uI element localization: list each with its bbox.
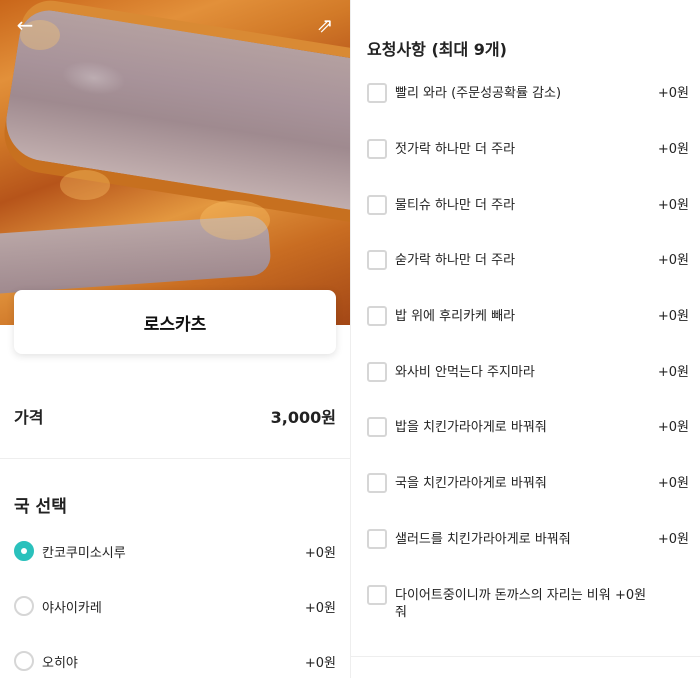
request-option-label: 와사비 안먹는다 주지마라	[395, 365, 535, 380]
request-option-label: 국을 치킨가라아게로 바꿔줘	[395, 476, 547, 491]
checkbox-icon[interactable]	[367, 473, 387, 493]
soup-option-price: +0원	[304, 600, 336, 616]
checkbox-icon[interactable]	[367, 250, 387, 270]
request-option-price: +0원	[657, 142, 689, 157]
request-option-price: +0원	[657, 420, 689, 435]
request-option-price: +0원	[657, 86, 689, 101]
price-label: 가격	[14, 408, 44, 427]
soup-option-kankokumisoshiru[interactable]: 칸코쿠미소시루 +0원	[14, 539, 336, 563]
product-name: 로스카츠	[143, 314, 207, 335]
request-option-label: 빨리 와라 (주문성공확률 감소)	[395, 86, 562, 101]
request-option-label: 숟가락 하나만 더 주라	[395, 253, 516, 268]
photo-crumb	[60, 170, 110, 200]
product-name-card: 로스카츠	[14, 290, 336, 354]
soup-option-yasaicurry[interactable]: 야사이카레 +0원	[14, 594, 336, 618]
checkbox-icon[interactable]	[367, 83, 387, 103]
soup-section-title: 국 선택	[14, 497, 67, 517]
food-photo: ← ⇗	[0, 0, 350, 325]
request-option-label: 밥을 치킨가라아게로 바꿔줘	[395, 420, 547, 435]
radio-icon[interactable]	[14, 651, 34, 671]
request-option[interactable]: 빨리 와라 (주문성공확률 감소) +0원	[367, 83, 689, 103]
photo-crumb	[200, 200, 270, 240]
soup-option-price: +0원	[304, 545, 336, 561]
request-option-price: +0원	[657, 253, 689, 268]
section-divider	[0, 458, 350, 459]
soup-option-price: +0원	[304, 655, 336, 671]
request-option-label: 물티슈 하나만 더 주라	[395, 198, 516, 213]
request-option[interactable]: 다이어트중이니까 돈까스의 자리는 비워줘 +0원	[367, 585, 689, 621]
soup-option-label: 칸코쿠미소시루	[42, 545, 126, 561]
radio-icon[interactable]	[14, 596, 34, 616]
radio-selected-icon[interactable]	[14, 541, 34, 561]
menu-detail-panel: ← ⇗ 로스카츠 가격 3,000원 국 선택 칸코쿠미소시루 +0원 야사이카…	[0, 0, 350, 678]
section-divider	[351, 656, 700, 657]
request-options-panel: 요청사항 (최대 9개) 빨리 와라 (주문성공확률 감소) +0원 젓가락 하…	[350, 0, 700, 678]
request-option-label: 밥 위에 후리카케 빼라	[395, 309, 516, 324]
request-option[interactable]: 와사비 안먹는다 주지마라 +0원	[367, 362, 689, 382]
checkbox-icon[interactable]	[367, 362, 387, 382]
soup-option-ohiya[interactable]: 오히야 +0원	[14, 649, 336, 673]
request-option-price: +0원	[657, 198, 689, 213]
checkbox-icon[interactable]	[367, 195, 387, 215]
soup-option-label: 오히야	[42, 655, 78, 671]
request-option-price: +0원	[657, 476, 689, 491]
share-external-icon: ⇗	[316, 13, 334, 37]
requests-section-title: 요청사항 (최대 9개)	[367, 40, 507, 59]
checkbox-icon[interactable]	[367, 139, 387, 159]
request-option-price: +0원	[657, 365, 689, 380]
share-button[interactable]: ⇗	[312, 12, 338, 38]
checkbox-icon[interactable]	[367, 585, 387, 605]
request-option[interactable]: 밥 위에 후리카케 빼라 +0원	[367, 306, 689, 326]
request-option[interactable]: 물티슈 하나만 더 주라 +0원	[367, 195, 689, 215]
request-option[interactable]: 샐러드를 치킨가라아게로 바꿔줘 +0원	[367, 529, 689, 549]
request-option-price: +0원	[615, 588, 647, 603]
request-option-price: +0원	[657, 532, 689, 547]
request-option[interactable]: 밥을 치킨가라아게로 바꿔줘 +0원	[367, 417, 689, 437]
request-option-label: 젓가락 하나만 더 주라	[395, 142, 516, 157]
soup-option-label: 야사이카레	[42, 600, 102, 616]
arrow-left-icon: ←	[16, 13, 34, 37]
request-option[interactable]: 국을 치킨가라아게로 바꿔줘 +0원	[367, 473, 689, 493]
request-option-price: +0원	[657, 309, 689, 324]
request-option[interactable]: 젓가락 하나만 더 주라 +0원	[367, 139, 689, 159]
request-option[interactable]: 숟가락 하나만 더 주라 +0원	[367, 250, 689, 270]
request-option-label: 다이어트중이니까 돈까스의 자리는 비워줘	[395, 588, 611, 620]
request-option-label: 샐러드를 치킨가라아게로 바꿔줘	[395, 532, 571, 547]
checkbox-icon[interactable]	[367, 417, 387, 437]
price-row: 가격 3,000원	[14, 404, 336, 428]
checkbox-icon[interactable]	[367, 306, 387, 326]
checkbox-icon[interactable]	[367, 529, 387, 549]
back-button[interactable]: ←	[12, 12, 38, 38]
price-value: 3,000원	[270, 408, 336, 427]
